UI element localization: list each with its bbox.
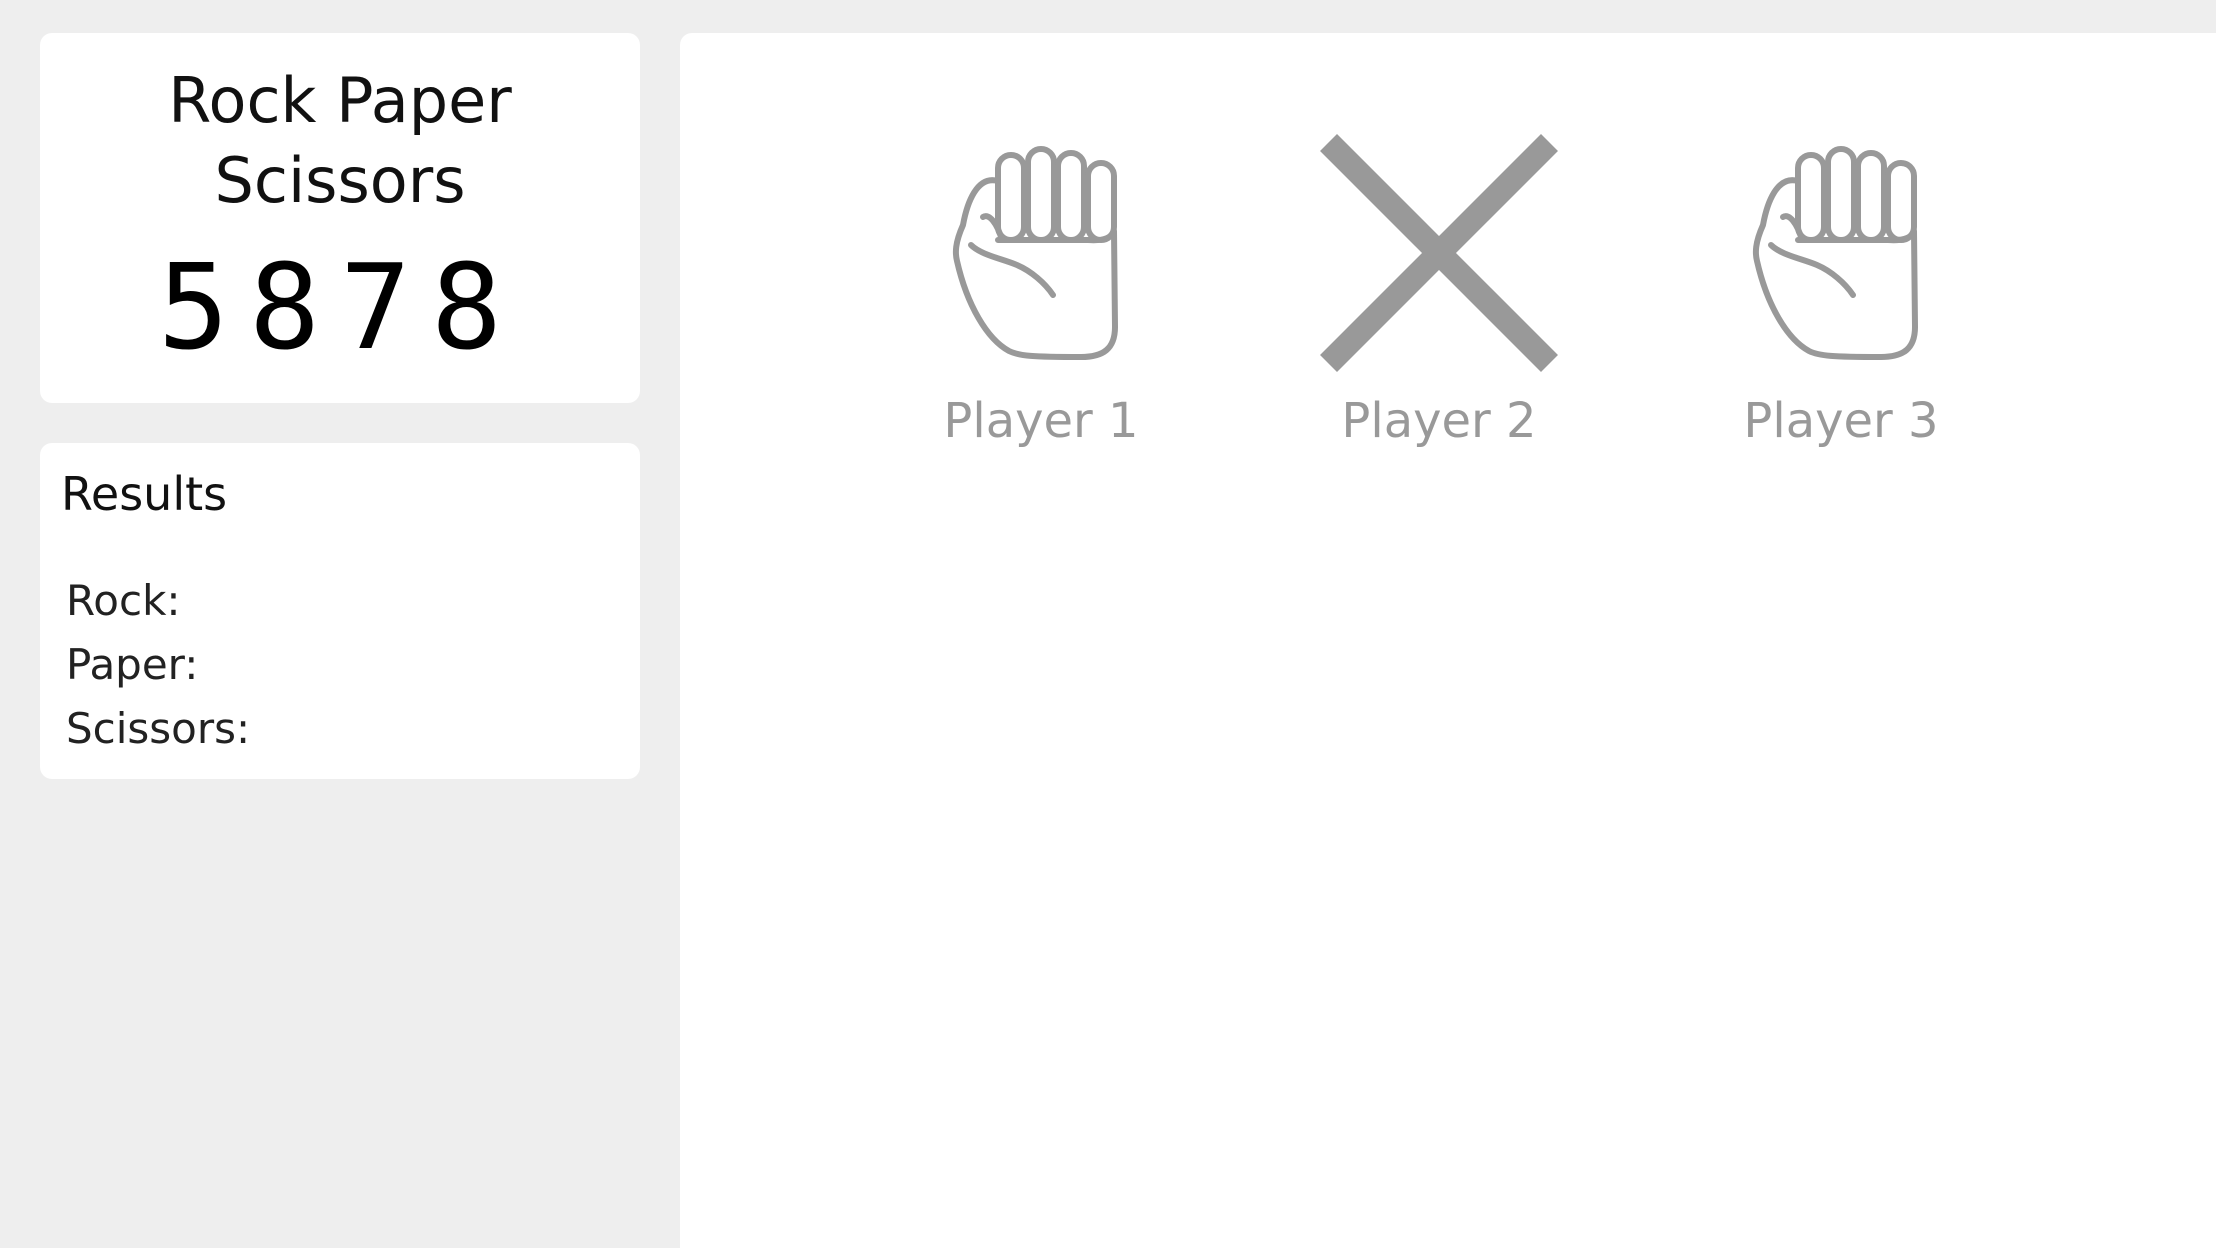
app-title-line-2: Scissors	[214, 144, 466, 217]
title-card: Rock Paper Scissors 5878	[40, 33, 640, 403]
room-code: 5878	[157, 238, 523, 376]
player-1: Player 1	[901, 133, 1181, 449]
rock-fist-icon	[1752, 146, 1918, 360]
app: Rock Paper Scissors 5878 Results Rock: P…	[0, 0, 2216, 1248]
results-card: Results Rock: Paper: Scissors:	[40, 443, 640, 779]
result-paper-label: Paper:	[66, 640, 199, 689]
results-heading: Results	[61, 467, 228, 521]
result-scissors-label: Scissors:	[66, 704, 251, 753]
player-2: Player 2	[1299, 133, 1579, 449]
app-title-line-1: Rock Paper	[168, 64, 512, 137]
player-1-name: Player 1	[943, 393, 1139, 449]
results-list: Rock: Paper: Scissors:	[66, 569, 250, 761]
player-3: Player 3	[1701, 133, 1981, 449]
app-title: Rock Paper Scissors	[40, 61, 640, 221]
x-icon	[1320, 134, 1558, 372]
rock-fist-icon	[952, 146, 1118, 360]
player-2-name: Player 2	[1341, 393, 1537, 449]
player-3-name: Player 3	[1743, 393, 1939, 449]
players-stage: Player 1 Player 2 Player 3	[680, 33, 2216, 1248]
result-rock-label: Rock:	[66, 576, 181, 625]
